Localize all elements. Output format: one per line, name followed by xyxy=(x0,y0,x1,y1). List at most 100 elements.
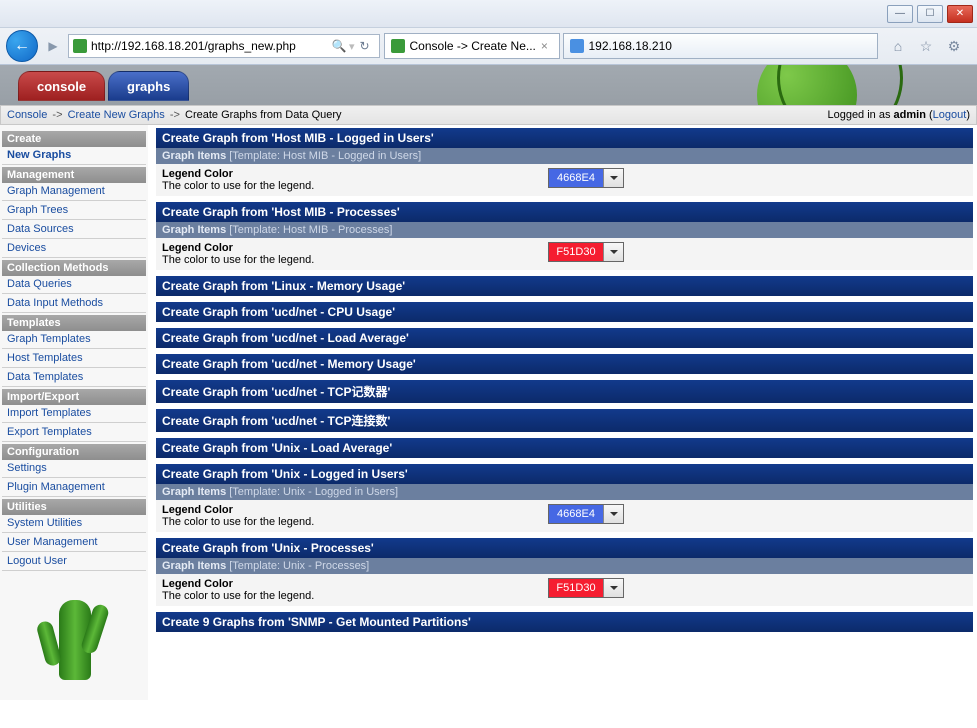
legend-color-row: Legend ColorThe color to use for the leg… xyxy=(156,238,973,270)
tab-favicon-icon xyxy=(570,39,584,53)
legend-color-row: Legend ColorThe color to use for the leg… xyxy=(156,164,973,196)
legend-color-label: Legend Color xyxy=(162,242,548,254)
legend-color-select[interactable]: 4668E4 xyxy=(548,504,624,524)
tab-title: Console -> Create Ne... xyxy=(410,39,536,53)
graph-section-title: Create Graph from 'Linux - Memory Usage' xyxy=(156,276,973,296)
close-button[interactable]: ✕ xyxy=(947,5,973,23)
graph-items-header: Graph Items [Template: Unix - Processes] xyxy=(156,558,973,574)
forward-button[interactable]: ▶ xyxy=(42,35,64,57)
sidebar-link-data-templates[interactable]: Data Templates xyxy=(2,369,146,385)
chevron-down-icon[interactable] xyxy=(603,505,623,523)
sidebar-header-utilities: Utilities xyxy=(2,499,146,515)
breadcrumb-sep: -> xyxy=(170,109,180,121)
sidebar-link-logout-user[interactable]: Logout User xyxy=(2,553,146,569)
browser-chrome: — ☐ ✕ ← ▶ 🔍 ▾ ↻ Console -> Create Ne... … xyxy=(0,0,977,65)
sidebar-header-import-export: Import/Export xyxy=(2,389,146,405)
sidebar-link-graph-templates[interactable]: Graph Templates xyxy=(2,331,146,347)
sidebar-link-devices[interactable]: Devices xyxy=(2,240,146,256)
sidebar-link-settings[interactable]: Settings xyxy=(2,460,146,476)
sidebar: Create New Graphs Management Graph Manag… xyxy=(0,125,148,700)
logout-link[interactable]: Logout xyxy=(933,109,967,121)
graph-section-title: Create Graph from 'Unix - Load Average' xyxy=(156,438,973,458)
chevron-down-icon[interactable] xyxy=(603,579,623,597)
legend-color-label: Legend Color xyxy=(162,504,548,516)
tab-close-icon[interactable]: × xyxy=(541,39,548,53)
chevron-down-icon[interactable] xyxy=(603,169,623,187)
sidebar-link-plugin-management[interactable]: Plugin Management xyxy=(2,479,146,495)
reload-icon[interactable]: ↻ xyxy=(355,39,375,53)
sidebar-link-data-queries[interactable]: Data Queries xyxy=(2,276,146,292)
login-info: Logged in as admin (Logout) xyxy=(827,109,970,121)
graph-section-title: Create Graph from 'Unix - Logged in User… xyxy=(156,464,973,484)
sidebar-link-graph-management[interactable]: Graph Management xyxy=(2,183,146,199)
search-icon[interactable]: 🔍 xyxy=(329,39,349,53)
legend-color-description: The color to use for the legend. xyxy=(162,180,548,192)
maximize-button[interactable]: ☐ xyxy=(917,5,943,23)
legend-color-label: Legend Color xyxy=(162,578,548,590)
logged-in-label: Logged in as xyxy=(827,109,893,121)
breadcrumb-create-new-graphs[interactable]: Create New Graphs xyxy=(68,109,165,121)
sidebar-header-collection-methods: Collection Methods xyxy=(2,260,146,276)
sidebar-header-templates: Templates xyxy=(2,315,146,331)
graph-items-header: Graph Items [Template: Host MIB - Logged… xyxy=(156,148,973,164)
legend-color-description: The color to use for the legend. xyxy=(162,590,548,602)
graph-items-header: Graph Items [Template: Unix - Logged in … xyxy=(156,484,973,500)
legend-color-description: The color to use for the legend. xyxy=(162,254,548,266)
legend-color-select[interactable]: F51D30 xyxy=(548,242,624,262)
address-bar[interactable]: 🔍 ▾ ↻ xyxy=(68,34,380,58)
legend-color-row: Legend ColorThe color to use for the leg… xyxy=(156,500,973,532)
graph-section-title: Create Graph from 'ucd/net - TCP记数器' xyxy=(156,380,973,403)
site-favicon-icon xyxy=(73,39,87,53)
breadcrumb-sep: -> xyxy=(52,109,62,121)
color-swatch: F51D30 xyxy=(549,579,603,597)
sidebar-link-host-templates[interactable]: Host Templates xyxy=(2,350,146,366)
main-content: Create Graph from 'Host MIB - Logged in … xyxy=(148,125,977,700)
legend-color-select[interactable]: F51D30 xyxy=(548,578,624,598)
app-content: console graphs Console -> Create New Gra… xyxy=(0,65,977,700)
url-input[interactable] xyxy=(91,39,329,53)
legend-color-select[interactable]: 4668E4 xyxy=(548,168,624,188)
nav-toolbar: ← ▶ 🔍 ▾ ↻ Console -> Create Ne... × 192.… xyxy=(0,28,977,64)
graph-section-title: Create Graph from 'Host MIB - Processes' xyxy=(156,202,973,222)
sidebar-header-create: Create xyxy=(2,131,146,147)
username: admin xyxy=(894,109,926,121)
legend-color-row: Legend ColorThe color to use for the leg… xyxy=(156,574,973,606)
favorites-icon[interactable]: ☆ xyxy=(915,35,937,57)
sidebar-link-user-management[interactable]: User Management xyxy=(2,534,146,550)
graph-section-title: Create 9 Graphs from 'SNMP - Get Mounted… xyxy=(156,612,973,632)
legend-color-description: The color to use for the legend. xyxy=(162,516,548,528)
sidebar-link-system-utilities[interactable]: System Utilities xyxy=(2,515,146,531)
graph-section-title: Create Graph from 'ucd/net - Load Averag… xyxy=(156,328,973,348)
browser-tab-1[interactable]: Console -> Create Ne... × xyxy=(384,33,560,59)
browser-tab-2[interactable]: 192.168.18.210 xyxy=(563,33,879,59)
app-header: console graphs xyxy=(0,65,977,105)
sidebar-link-export-templates[interactable]: Export Templates xyxy=(2,424,146,440)
breadcrumb: Console -> Create New Graphs -> Create G… xyxy=(0,105,977,125)
graph-section-title: Create Graph from 'Unix - Processes' xyxy=(156,538,973,558)
sidebar-header-configuration: Configuration xyxy=(2,444,146,460)
browser-actions: ⌂ ☆ ⚙ xyxy=(881,35,971,57)
breadcrumb-console[interactable]: Console xyxy=(7,109,47,121)
color-swatch: 4668E4 xyxy=(549,505,603,523)
sidebar-link-import-templates[interactable]: Import Templates xyxy=(2,405,146,421)
sidebar-link-data-input-methods[interactable]: Data Input Methods xyxy=(2,295,146,311)
graph-section-title: Create Graph from 'ucd/net - Memory Usag… xyxy=(156,354,973,374)
breadcrumb-tail: Create Graphs from Data Query xyxy=(185,109,342,121)
color-swatch: 4668E4 xyxy=(549,169,603,187)
graph-section-title: Create Graph from 'Host MIB - Logged in … xyxy=(156,128,973,148)
tab-graphs[interactable]: graphs xyxy=(108,71,189,101)
graph-section-title: Create Graph from 'ucd/net - CPU Usage' xyxy=(156,302,973,322)
color-swatch: F51D30 xyxy=(549,243,603,261)
graph-section-title: Create Graph from 'ucd/net - TCP连接数' xyxy=(156,409,973,432)
tab-console[interactable]: console xyxy=(18,71,105,101)
graph-items-header: Graph Items [Template: Host MIB - Proces… xyxy=(156,222,973,238)
settings-gear-icon[interactable]: ⚙ xyxy=(943,35,965,57)
sidebar-link-data-sources[interactable]: Data Sources xyxy=(2,221,146,237)
sidebar-link-graph-trees[interactable]: Graph Trees xyxy=(2,202,146,218)
minimize-button[interactable]: — xyxy=(887,5,913,23)
chevron-down-icon[interactable] xyxy=(603,243,623,261)
home-icon[interactable]: ⌂ xyxy=(887,35,909,57)
back-button[interactable]: ← xyxy=(6,30,38,62)
tab-title: 192.168.18.210 xyxy=(589,39,672,53)
sidebar-link-new-graphs[interactable]: New Graphs xyxy=(2,147,146,163)
